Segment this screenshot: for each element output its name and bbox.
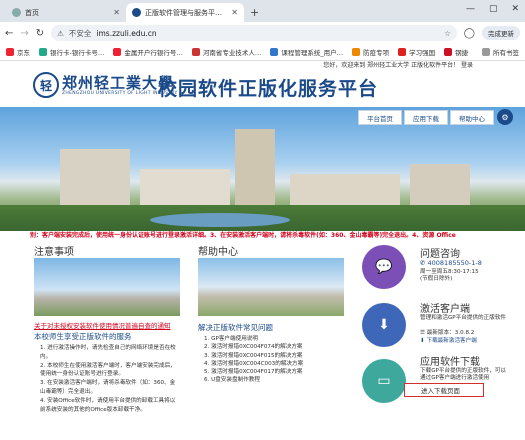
page-content: 您好，欢迎来到 郑州轻工业大学 正版化软件平台！ 登录 轻 郑州轻工業大學 ZH… (0, 61, 525, 420)
nav-help[interactable]: 帮助中心 (450, 110, 494, 125)
help-link[interactable]: 4. 激活时报错0XC004C003的解决方案 (204, 360, 344, 368)
notice-image (34, 258, 180, 316)
bookmark-item[interactable]: 金属开户行银行号… (113, 47, 183, 57)
site-title: 校园软件正版化服务平台 (158, 78, 379, 100)
chat-icon: 💬 (362, 245, 406, 289)
building-image (290, 174, 400, 209)
update-button[interactable]: 完成更新 (482, 26, 520, 40)
campus-banner: 平台首页 应用下载 帮助中心 ⚙ (0, 107, 525, 231)
list-item: 4. 安装Office软件时，请使用平台提供的卸载工具将以前系统安装的其他的Of… (40, 397, 176, 413)
back-icon[interactable]: ← (5, 28, 13, 39)
download-client-icon: ⬇ (362, 303, 406, 347)
tab-title: 正版软件管理与服务平台(郑州轻工业大学) (145, 8, 227, 17)
bookmark-item[interactable]: 课程管理系统_用户… (270, 47, 343, 57)
activate-desc: 管理和激活GP平台提供的正版软件 (420, 315, 507, 321)
notice-subtitle: 本校师生享受正版软件的服务 (34, 332, 132, 341)
lake-image (150, 213, 290, 227)
building-image (235, 129, 275, 209)
bookmark-item[interactable]: 银行卡-银行卡号… (39, 47, 104, 57)
tab-home[interactable]: 首页 ✕ (6, 3, 126, 22)
consult-phone: ✆ 4008185550-1-8 (420, 259, 482, 267)
list-item: 1. 进行激活操作时，请先检查自己的网络环境是否在校内。 (40, 345, 176, 360)
close-tab-icon[interactable]: ✕ (113, 8, 120, 17)
bookmark-item[interactable]: 河南省专业技术人… (191, 47, 261, 57)
enter-download-button[interactable]: 进入下载页面 (404, 383, 484, 397)
bookmark-star-icon[interactable]: ☆ (444, 29, 451, 38)
maximize-icon[interactable]: ▢ (489, 4, 498, 14)
help-list: 1. GP客户端使用说明 2. 激活时报错0XC004F074的解决方案 3. … (204, 335, 344, 385)
all-bookmarks[interactable]: 所有书签 (482, 47, 519, 57)
nav-downloads[interactable]: 应用下载 (404, 110, 448, 125)
bookmark-item[interactable]: 京东 (6, 47, 30, 57)
notice-list: 1. 进行激活操作时，请先检查自己的网络环境是否在校内。 2. 本校师生在使用激… (40, 344, 180, 414)
activate-title: 激活客户端 (420, 304, 470, 315)
not-secure-label: 不安全 (68, 28, 92, 38)
help-subtitle: 解决正版软件常见问题 (198, 323, 273, 332)
announcement-marquee: 别：客户端安装完成后，使用统一身份认证账号进行登录激活详细。3、在安装激活客户端… (0, 231, 525, 241)
apps-title: 应用软件下载 (420, 357, 480, 368)
browser-tab-bar: 首页 ✕ 正版软件管理与服务平台(郑州轻工业大学) ✕ + — ▢ ✕ (0, 0, 525, 22)
close-window-icon[interactable]: ✕ (511, 4, 519, 14)
bookmarks-bar: 京东 银行卡-银行卡号… 金属开户行银行号… 河南省专业技术人… 课程管理系统_… (0, 44, 525, 61)
minimize-icon[interactable]: — (466, 4, 475, 14)
address-bar-row: ← → ↻ ⚠ 不安全 ims.zzuli.edu.cn ☆ ◯ 完成更新 (0, 22, 525, 44)
list-item: 3. 在安装激活客户端时，请将杀毒软件（如：360、金山毒霸等）完全退出。 (40, 380, 176, 395)
settings-icon[interactable]: ⚙ (497, 109, 513, 125)
profile-icon[interactable]: ◯ (464, 28, 475, 39)
bookmark-item[interactable]: 学习强国 (398, 47, 435, 57)
help-link[interactable]: 2. 激活时报错0XC004F074的解决方案 (204, 343, 344, 351)
help-image (198, 258, 344, 316)
url-text[interactable]: ims.zzuli.edu.cn (96, 29, 156, 38)
consult-title: 问题咨询 (420, 249, 460, 260)
main-nav: 平台首页 应用下载 帮助中心 (358, 110, 494, 125)
window-controls: — ▢ ✕ (466, 4, 519, 14)
bookmark-item[interactable]: 防疫专项 (352, 47, 389, 57)
bookmark-item[interactable]: 钢捷 (444, 47, 468, 57)
new-tab-icon[interactable]: + (250, 6, 259, 19)
help-title: 帮助中心 (198, 247, 238, 258)
reload-icon[interactable]: ↻ (36, 28, 44, 39)
activate-version: ☰ 最新版本：3.0.8.2 (420, 330, 475, 336)
consult-hours-note: (节假日除外) (420, 276, 453, 282)
list-item: 2. 本校师生在使用激活客户端时，客户端安装完成后，使用统一身份认证账号进行登录… (40, 362, 176, 378)
tab-title: 首页 (25, 8, 39, 17)
consult-hours: 周一至周五8:30-17:15 (420, 269, 479, 275)
notice-link[interactable]: 关于对未授权安装软件使用情况普遍自查的通知 (34, 320, 171, 330)
forward-icon[interactable]: → (20, 28, 28, 39)
tab-platform[interactable]: 正版软件管理与服务平台(郑州轻工业大学) ✕ (126, 3, 244, 22)
activate-download-link[interactable]: ⬇ 下载最新激活客户端 (420, 338, 477, 345)
help-link[interactable]: 5. 激活时报错0XC004F017的解决方案 (204, 368, 344, 376)
building-image (410, 164, 470, 209)
building-image (140, 169, 230, 209)
help-link[interactable]: 1. GP客户端使用说明 (204, 335, 344, 343)
notice-title: 注意事项 (34, 247, 74, 258)
main-content: 注意事项 关于对未授权安装软件使用情况普遍自查的通知 本校师生享受正版软件的服务… (0, 241, 525, 420)
help-link[interactable]: 6. U盘安装盘制作教程 (204, 376, 344, 384)
apps-desc: 下载GP平台提供的正版软件，可以通过GP客户端进行激活使用 (420, 368, 507, 381)
close-tab-icon[interactable]: ✕ (231, 8, 238, 17)
welcome-text: 您好，欢迎来到 郑州轻工业大学 正版化软件平台！ 登录 (323, 62, 473, 69)
university-logo: 轻 (33, 72, 59, 98)
site-header: 轻 郑州轻工業大學 ZHENGZHOU UNIVERSITY OF LIGHT … (0, 70, 525, 107)
favicon-icon (132, 8, 141, 17)
favicon-icon (12, 8, 21, 17)
nav-home[interactable]: 平台首页 (358, 110, 402, 125)
omnibox[interactable]: ⚠ 不安全 ims.zzuli.edu.cn ☆ (51, 25, 457, 41)
building-image (60, 149, 130, 209)
not-secure-icon[interactable]: ⚠ (57, 29, 64, 38)
help-link[interactable]: 3. 激活时报错0XC004F015的解决方案 (204, 352, 344, 360)
app-download-icon: ▭ (362, 359, 406, 403)
